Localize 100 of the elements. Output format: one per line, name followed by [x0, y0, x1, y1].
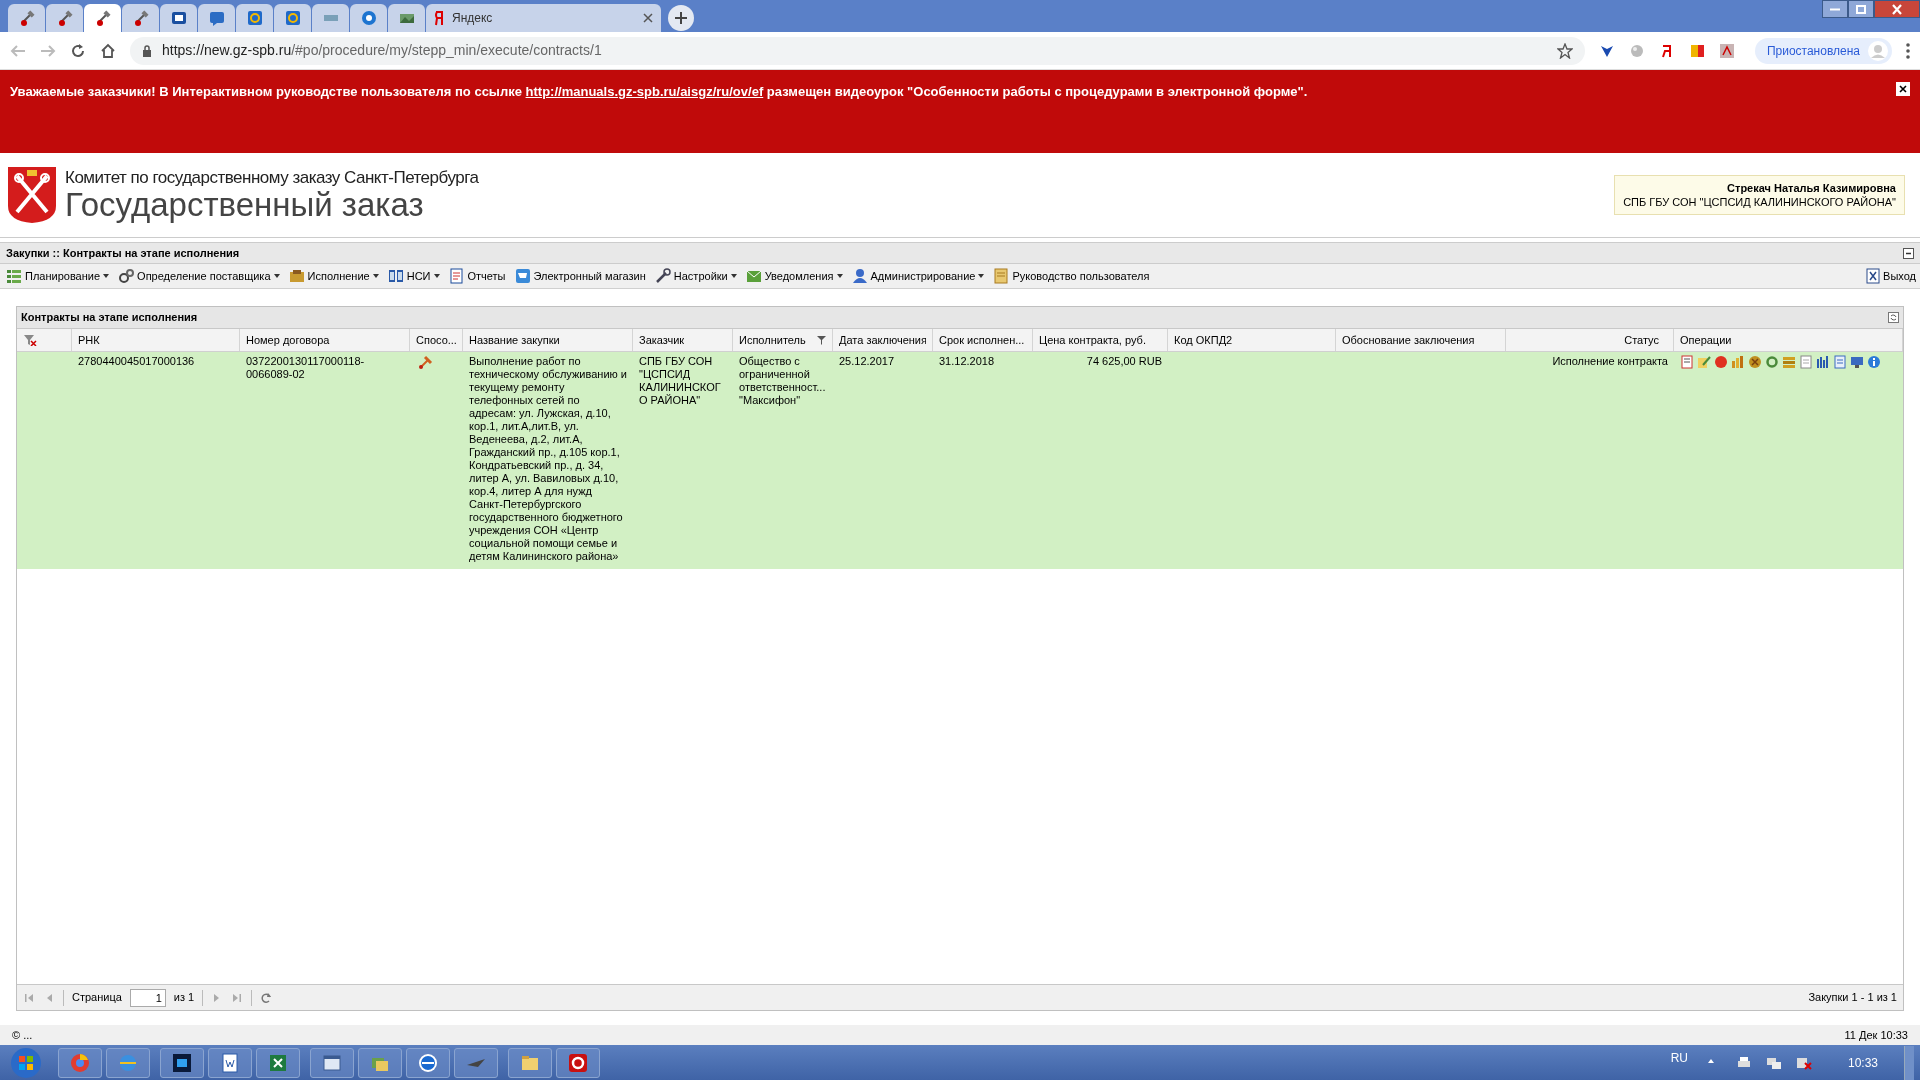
remote-icon — [418, 1052, 438, 1073]
record-count: Закупки 1 - 1 из 1 — [1808, 990, 1897, 1006]
column-header[interactable]: Срок исполнен... — [933, 329, 1033, 351]
pencil-icon[interactable] — [1697, 355, 1711, 369]
column-header[interactable]: Номер договора — [240, 329, 410, 351]
column-header[interactable]: Спосо... — [410, 329, 463, 351]
restore-button[interactable] — [1848, 0, 1874, 18]
taskbar-button[interactable] — [454, 1047, 498, 1078]
panel-title: Контракты на этапе исполнения — [21, 310, 199, 326]
taskbar-button[interactable] — [256, 1047, 300, 1078]
taskbar-button[interactable] — [310, 1047, 354, 1078]
language-indicator[interactable]: RU — [1670, 1049, 1688, 1067]
browser-tab[interactable]: Яндекс — [426, 4, 661, 32]
close-button[interactable] — [1874, 0, 1920, 18]
monitor-icon[interactable] — [1850, 355, 1864, 369]
close-icon[interactable] — [643, 13, 653, 23]
table-row[interactable] — [17, 352, 1903, 569]
close-button[interactable] — [1896, 82, 1910, 96]
clock[interactable]: 10:33 — [1847, 1053, 1878, 1072]
document-icon — [448, 268, 465, 284]
table-cell: Выполнение работ по техническому обслуживанию и текущему ремонту телефонных сетей по адресам: ул. Лужская, д.10, кор.1, лит.А,лит.В, ул. Веденеева, д.2, лит.А, Гражданский пр., д.105 кор.1, Кондратьевский пр., д. 34, литер А, ул. Вавиловых д.10, кор.4, литер А для нужд Санкт-Петербургского государственного бюджетного учреждения СОН «Центр социальной помощи семье и детям Калининского района» — [469, 355, 627, 563]
circle-icon[interactable] — [1714, 355, 1728, 369]
taskbar-button[interactable] — [556, 1047, 600, 1078]
menu-item[interactable]: НСИ — [385, 267, 442, 285]
table-cell-text: Исполнение контракта — [1551, 355, 1668, 368]
new-tab-button[interactable] — [668, 5, 694, 31]
info-icon[interactable] — [1867, 355, 1881, 369]
table-cell-text: 0372200130117000118-0066089-02 — [246, 355, 366, 381]
browser-tab[interactable] — [46, 4, 83, 32]
tab-title: Яндекс — [452, 10, 494, 27]
browser-tab[interactable] — [350, 4, 387, 32]
letter-logo-icon — [434, 10, 444, 26]
exit-button[interactable]: Выход — [1866, 267, 1916, 285]
menu-item[interactable]: Электронный магазин — [512, 267, 648, 285]
column-header[interactable]: Название закупки — [463, 329, 633, 351]
browser-tab[interactable] — [122, 4, 159, 32]
caret-icon — [836, 274, 843, 278]
gavel-icon — [18, 10, 35, 26]
menu-item[interactable]: Планирование — [4, 267, 112, 285]
menu-item[interactable]: Руководство пользователя — [991, 267, 1152, 285]
column-header[interactable]: Исполнитель — [733, 329, 833, 351]
gavel-icon — [56, 10, 73, 26]
menu-item[interactable]: Отчеты — [446, 267, 508, 285]
exit-icon — [1866, 268, 1881, 284]
profile-button[interactable]: Приостановлена — [1754, 37, 1892, 64]
address-field[interactable]: https://new.gz-spb.ru/#po/procedure/my/stepp_min/execute/contracts/1 — [130, 36, 1585, 65]
refresh-button[interactable] — [260, 991, 273, 1004]
filter-icon — [817, 335, 826, 345]
wrench-icon — [654, 268, 671, 284]
column-header[interactable]: Цена контракта, руб. — [1033, 329, 1168, 351]
manual-link[interactable]: http://manuals.gz-spb.ru/aisgz/ru/ov/ef — [525, 84, 764, 99]
menu-item[interactable]: Уведомления — [743, 267, 845, 285]
caret-icon — [372, 274, 379, 278]
organization-name: Комитет по государственному заказу Санкт-Петербурга — [65, 169, 479, 186]
emblem-icon[interactable] — [1748, 355, 1762, 369]
menu-item[interactable]: Определение поставщика — [116, 267, 282, 285]
document-icon — [220, 1052, 240, 1073]
taskbar-button[interactable] — [160, 1047, 204, 1078]
home-icon[interactable] — [100, 42, 116, 59]
at-sign-icon — [284, 10, 301, 26]
browser-tab[interactable] — [388, 4, 425, 32]
browser-tab[interactable] — [236, 4, 273, 32]
caret-icon — [730, 274, 737, 278]
browser-tab[interactable] — [84, 4, 121, 32]
menu-item[interactable]: Настройки — [652, 267, 739, 285]
box-icon — [288, 268, 305, 284]
taskbar-button[interactable] — [208, 1047, 252, 1078]
taskbar-button[interactable] — [406, 1047, 450, 1078]
page-input[interactable]: 1 — [129, 988, 166, 1007]
column-header[interactable]: Заказчик — [633, 329, 733, 351]
chart-icon[interactable] — [1731, 355, 1745, 369]
collapse-icon[interactable] — [1903, 247, 1914, 259]
window-icon — [322, 1052, 342, 1073]
column-header[interactable]: Обоснование заключения — [1336, 329, 1506, 351]
column-header[interactable]: РНК — [72, 329, 240, 351]
menu-item[interactable]: Администрирование — [849, 267, 987, 285]
column-header[interactable]: Статус — [1506, 329, 1674, 351]
bar-chart-icon[interactable] — [1816, 355, 1830, 369]
reload-icon[interactable] — [70, 42, 86, 59]
browser-tab[interactable] — [274, 4, 311, 32]
column-header[interactable]: Дата заключения — [833, 329, 933, 351]
stack-icon[interactable] — [1782, 355, 1796, 369]
star-icon[interactable] — [1556, 42, 1573, 59]
envelope-icon — [745, 268, 762, 284]
column-header[interactable]: Операции — [1674, 329, 1903, 351]
refresh-icon[interactable] — [1888, 312, 1899, 323]
pdf-icon[interactable] — [1718, 42, 1735, 59]
browser-tab[interactable] — [160, 4, 197, 32]
bookmark-icon[interactable] — [1688, 42, 1705, 59]
caret-icon — [103, 274, 110, 278]
browser-tab[interactable] — [8, 4, 45, 32]
column-header[interactable]: Код ОКПД2 — [1168, 329, 1336, 351]
document-icon — [993, 268, 1010, 284]
user-name: Стрекач Наталья Казимировна — [1727, 181, 1896, 195]
document-icon[interactable] — [1680, 355, 1694, 369]
browser-tab[interactable] — [198, 4, 235, 32]
minimize-button[interactable] — [1822, 0, 1848, 18]
menu-item[interactable]: Исполнение — [286, 267, 381, 285]
table-cell-text: СПБ ГБУ СОН "ЦСПСИД КАЛИНИНСКОГО РАЙОНА" — [639, 355, 722, 407]
menu-icon[interactable] — [1906, 42, 1910, 59]
